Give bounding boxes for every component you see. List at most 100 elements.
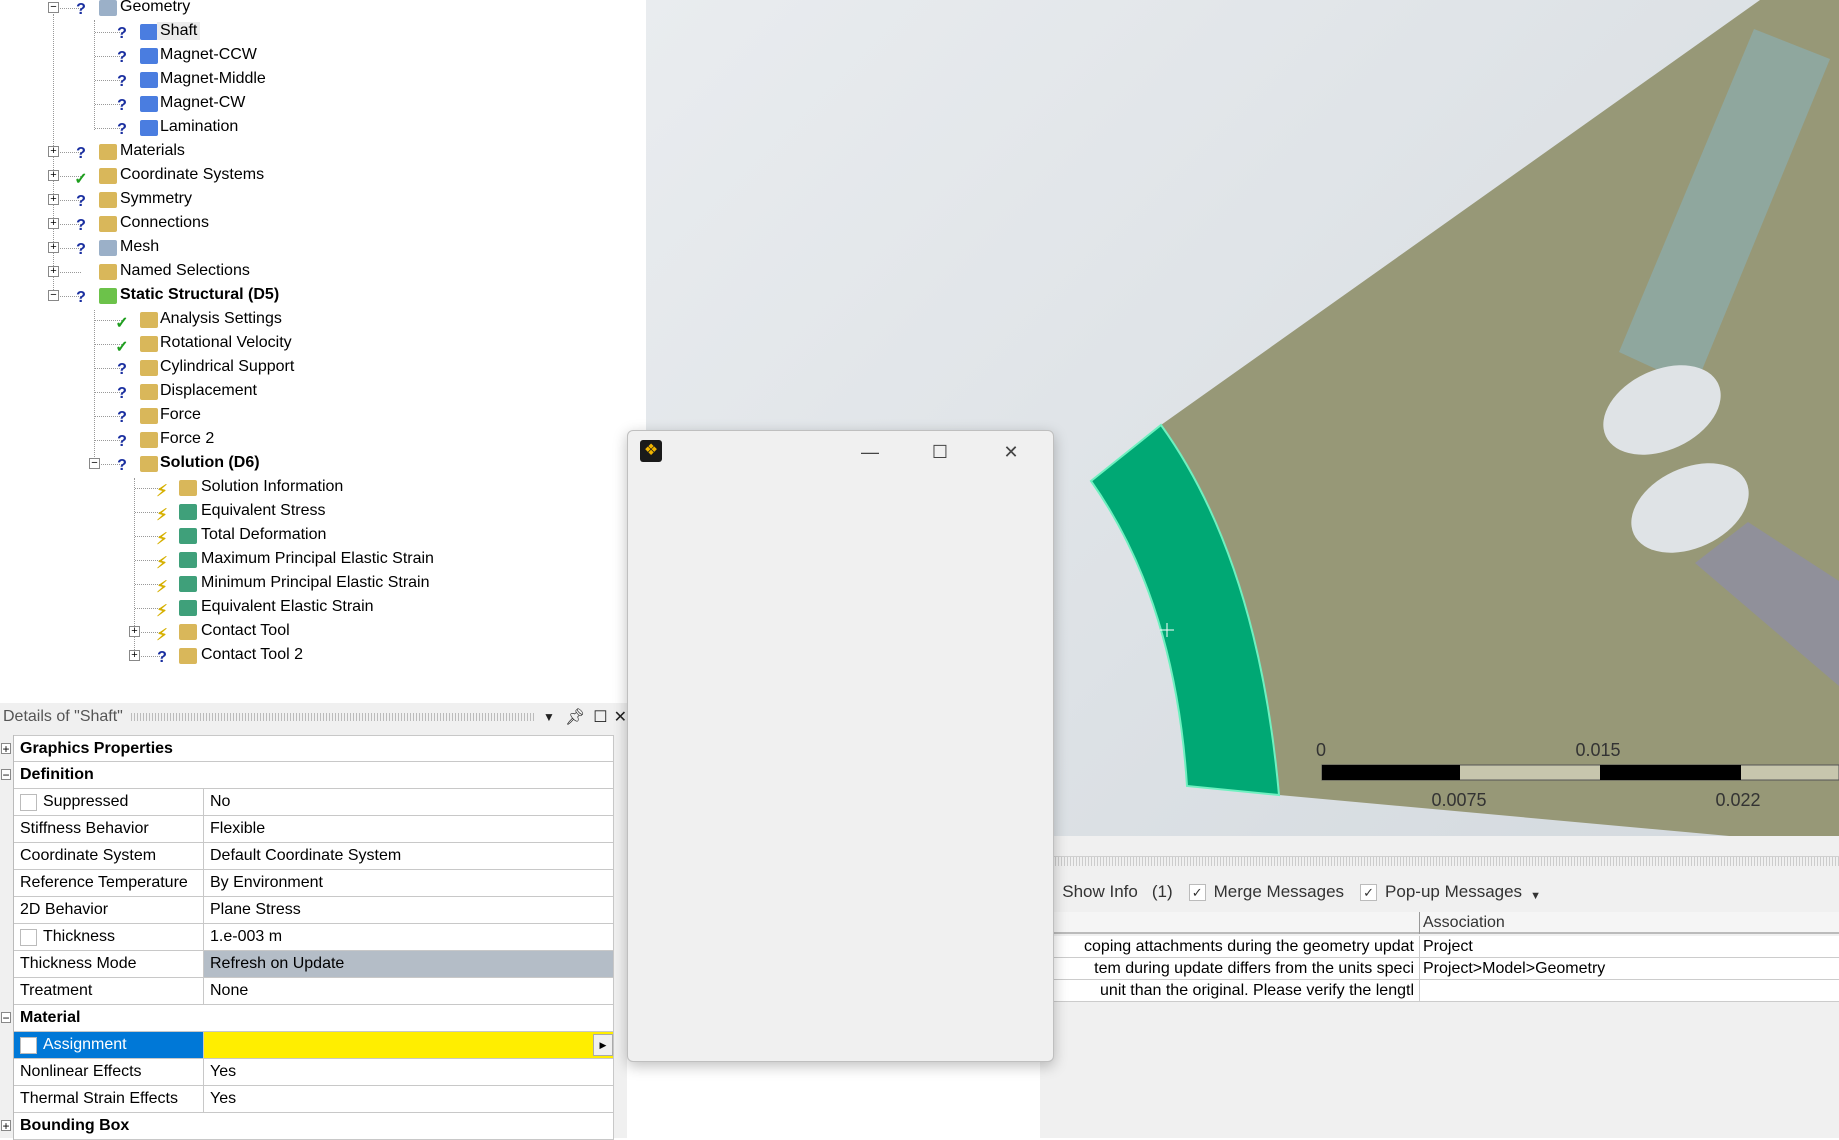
tree-item[interactable]: + Named Selections — [0, 260, 645, 284]
property-value[interactable]: 1.e-003 m — [210, 928, 282, 946]
minimize-button[interactable]: — — [850, 439, 890, 465]
details-row[interactable]: Reference Temperature By Environment — [14, 870, 614, 897]
expand-icon[interactable]: + — [48, 170, 59, 181]
expand-icon[interactable]: + — [48, 146, 59, 157]
details-section[interactable]: − Definition — [1, 762, 614, 789]
message-row[interactable]: tem during update differs from the units… — [1040, 958, 1839, 980]
details-row[interactable]: 2D Behavior Plane Stress — [14, 897, 614, 924]
details-row[interactable]: Thickness 1.e-003 m — [14, 924, 614, 951]
blank-dialog-window[interactable]: ❖ — ☐ ✕ — [627, 430, 1054, 1062]
outline-tree: −? Geometry? Shaft? Magnet-CCW? Magnet-Middl… — [0, 0, 645, 696]
expand-icon[interactable]: + — [129, 626, 140, 637]
tree-item[interactable]: −? Geometry — [0, 0, 645, 20]
close-icon[interactable]: ✕ — [614, 707, 627, 727]
message-row[interactable]: unit than the original. Please verify th… — [1040, 980, 1839, 1002]
column-header-association[interactable]: Association — [1423, 914, 1505, 932]
status-question-icon: ? — [117, 433, 127, 450]
tree-item[interactable]: + ✓ Coordinate Systems — [0, 164, 645, 188]
tree-item[interactable]: +? Symmetry — [0, 188, 645, 212]
property-value[interactable]: Default Coordinate System — [210, 847, 401, 865]
details-section[interactable]: − Material — [1, 1005, 614, 1032]
parameter-checkbox[interactable] — [20, 793, 37, 811]
expand-icon[interactable]: + — [129, 650, 140, 661]
tree-item[interactable]: ⚡︎ Total Deformation — [0, 524, 645, 548]
tree-item[interactable]: ? Shaft — [0, 20, 645, 44]
collapse-icon[interactable]: − — [48, 290, 59, 301]
tree-item[interactable]: ⚡︎ Minimum Principal Elastic Strain — [0, 572, 645, 596]
tree-item[interactable]: ⚡︎ Equivalent Stress — [0, 500, 645, 524]
panel-splitter[interactable] — [1040, 856, 1839, 866]
details-row[interactable]: Thickness Mode Refresh on Update — [14, 951, 614, 978]
tree-item[interactable]: +? Connections — [0, 212, 645, 236]
tree-item[interactable]: ? Force 2 — [0, 428, 645, 452]
details-row[interactable]: Suppressed No — [14, 789, 614, 816]
expand-icon[interactable]: + — [48, 218, 59, 229]
tree-item[interactable]: ? Force — [0, 404, 645, 428]
tree-item[interactable]: ? Magnet-Middle — [0, 68, 645, 92]
details-row[interactable]: Treatment None — [14, 978, 614, 1005]
expand-icon[interactable]: + — [48, 266, 59, 277]
popup-messages-checkbox[interactable]: ✓ — [1360, 883, 1378, 901]
tree-item[interactable]: ⚡︎ Equivalent Elastic Strain — [0, 596, 645, 620]
status-lightning-icon: ⚡︎ — [156, 603, 168, 620]
merge-messages-checkbox[interactable]: ✓ — [1188, 883, 1206, 901]
dropdown-arrow-icon[interactable]: ▶ — [593, 1034, 613, 1056]
property-value[interactable]: Plane Stress — [210, 901, 301, 919]
collapse-icon[interactable]: − — [1, 769, 11, 781]
property-value[interactable]: Flexible — [210, 820, 265, 838]
tree-item[interactable]: ? Magnet-CCW — [0, 44, 645, 68]
property-value[interactable]: No — [210, 793, 230, 811]
details-row[interactable]: Stiffness Behavior Flexible — [14, 816, 614, 843]
close-button[interactable]: ✕ — [991, 439, 1031, 465]
property-value[interactable]: By Environment — [210, 874, 323, 892]
expand-icon[interactable]: + — [48, 194, 59, 205]
status-question-icon: ? — [117, 97, 127, 114]
info-count: (1) — [1151, 882, 1173, 901]
details-section[interactable]: + Bounding Box — [1, 1113, 614, 1140]
pin-icon[interactable]: 📌︎ — [565, 707, 585, 727]
dropdown-arrow-icon[interactable]: ▼ — [1530, 890, 1541, 902]
tree-item[interactable]: ? Lamination — [0, 116, 645, 140]
materials-icon — [99, 144, 117, 160]
details-section[interactable]: + Graphics Properties — [1, 735, 614, 762]
collapse-icon[interactable]: − — [48, 2, 59, 13]
tree-item[interactable]: ✓ Rotational Velocity — [0, 332, 645, 356]
tree-item[interactable]: ⚡︎ Maximum Principal Elastic Strain — [0, 548, 645, 572]
details-row[interactable]: Nonlinear Effects Yes — [14, 1059, 614, 1086]
tree-item[interactable]: −? Static Structural (D5) — [0, 284, 645, 308]
expand-icon[interactable]: + — [1, 1120, 11, 1132]
expand-icon[interactable]: + — [48, 242, 59, 253]
property-value[interactable]: Yes — [210, 1090, 236, 1108]
details-panel: Details of "Shaft" ▼ 📌︎ ☐ ✕ + Graphics Pr… — [0, 703, 627, 1140]
tree-item[interactable]: + ⚡︎ Contact Tool — [0, 620, 645, 644]
parameter-checkbox[interactable] — [20, 928, 37, 946]
maximize-button[interactable]: ☐ — [920, 439, 960, 465]
dropdown-icon[interactable]: ▼ — [543, 710, 555, 724]
details-row[interactable]: Coordinate System Default Coordinate Syst… — [14, 843, 614, 870]
show-info-label: Show Info — [1062, 882, 1138, 901]
collapse-icon[interactable]: − — [89, 458, 100, 469]
maximize-icon[interactable]: ☐ — [593, 707, 607, 727]
property-value[interactable]: Refresh on Update — [210, 955, 344, 973]
tree-item[interactable]: ? Magnet-CW — [0, 92, 645, 116]
tree-item-label: Lamination — [160, 118, 239, 135]
details-row[interactable]: Assignment ▶ — [14, 1032, 614, 1059]
tree-item[interactable]: +? Materials — [0, 140, 645, 164]
status-question-icon: ? — [117, 25, 127, 42]
message-row[interactable]: coping attachments during the geometry u… — [1040, 936, 1839, 958]
property-label: Coordinate System — [20, 847, 157, 864]
tree-item[interactable]: +? Mesh — [0, 236, 645, 260]
property-value[interactable]: Yes — [210, 1063, 236, 1081]
tree-item[interactable]: ? Displacement — [0, 380, 645, 404]
collapse-icon[interactable]: − — [1, 1012, 11, 1024]
expand-icon[interactable]: + — [1, 743, 11, 755]
tree-item-label: Force — [160, 406, 201, 423]
tree-item[interactable]: −? Solution (D6) — [0, 452, 645, 476]
parameter-checkbox[interactable] — [20, 1036, 37, 1054]
tree-item[interactable]: +? Contact Tool 2 — [0, 644, 645, 668]
tree-item[interactable]: ✓ Analysis Settings — [0, 308, 645, 332]
property-value[interactable]: None — [210, 982, 248, 1000]
details-row[interactable]: Thermal Strain Effects Yes — [14, 1086, 614, 1113]
tree-item[interactable]: ? Cylindrical Support — [0, 356, 645, 380]
tree-item[interactable]: ⚡︎ Solution Information — [0, 476, 645, 500]
